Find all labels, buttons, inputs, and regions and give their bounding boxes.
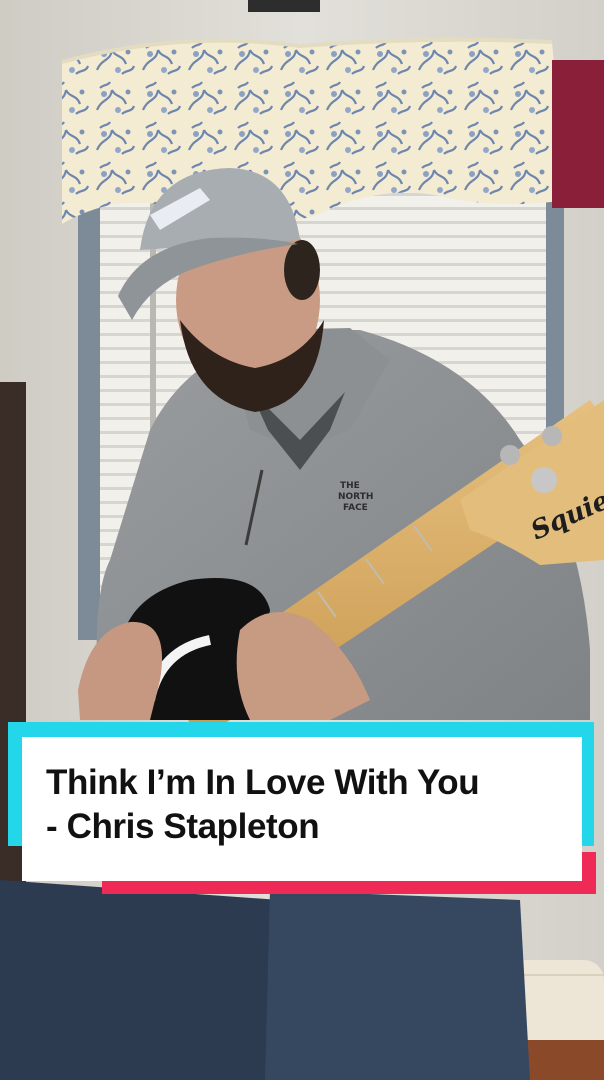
- video-frame: ER THE NORTH FACE Squier: [0, 0, 604, 1080]
- top-sign: [248, 0, 320, 12]
- caption-artist: - Chris Stapleton: [46, 807, 320, 846]
- jeans-right: [265, 890, 530, 1080]
- caption-card: Think I’m In Love With You - Chris Stapl…: [22, 737, 582, 881]
- caption-title: Think I’m In Love With You: [46, 763, 480, 802]
- svg-text:THE: THE: [340, 481, 360, 491]
- svg-text:NORTH: NORTH: [338, 492, 373, 502]
- curtain-valance: [62, 39, 566, 225]
- svg-text:FACE: FACE: [343, 503, 368, 513]
- wall-flag: [552, 60, 604, 208]
- jeans-left: [0, 880, 280, 1080]
